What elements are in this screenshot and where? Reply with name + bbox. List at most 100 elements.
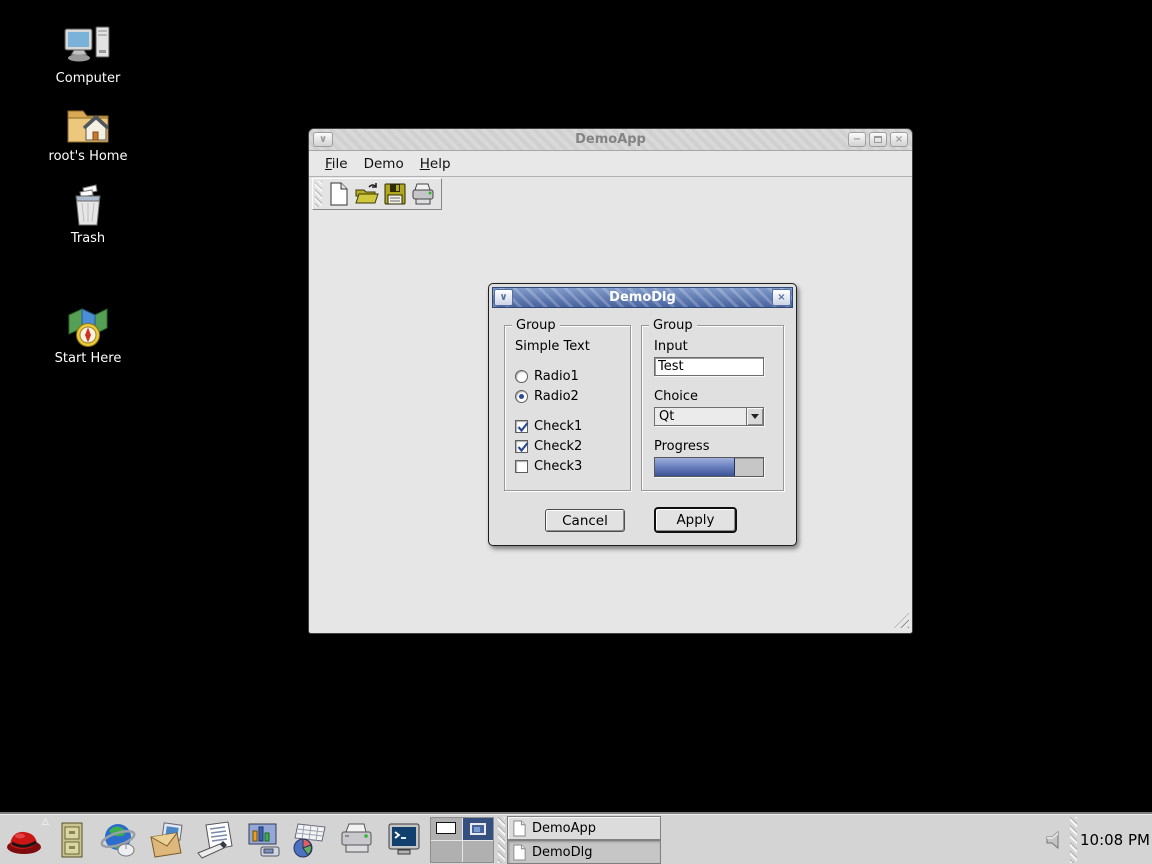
task-demoapp[interactable]: DemoApp (507, 816, 661, 840)
checkbox-check3[interactable]: Check3 (515, 458, 582, 474)
close-icon: × (895, 135, 903, 145)
menubar: File Demo Help (309, 151, 912, 177)
task-demodlg[interactable]: DemoDlg (507, 840, 661, 864)
mini-window (470, 823, 486, 835)
window-icon (512, 844, 527, 861)
checkbox-label: Check2 (534, 439, 582, 454)
progress-bar-fill (655, 458, 735, 476)
checkbox-check2[interactable]: Check2 (515, 438, 582, 454)
desktop-icon-roots-home[interactable]: root's Home (38, 104, 138, 164)
menu-help[interactable]: Help (412, 154, 459, 174)
open-folder-icon (354, 182, 380, 206)
progress-label: Progress (654, 439, 709, 454)
mini-window (436, 822, 456, 834)
combobox-arrow-button[interactable] (746, 408, 763, 425)
envelope-photo-icon (147, 820, 187, 860)
start-here-icon (66, 306, 110, 348)
apply-button[interactable]: Apply (654, 507, 737, 533)
terminal-icon (384, 820, 424, 860)
volume-tray-icon[interactable] (1044, 829, 1066, 855)
terminal-launcher[interactable] (384, 820, 424, 860)
chevron-down-icon: ∨ (499, 293, 507, 303)
right-group-box: Group Input Choice Qt Progress (641, 325, 784, 491)
checkbox-indicator (515, 460, 528, 473)
left-group-box: Group Simple Text Radio1 Radio2 Check1 (504, 325, 631, 491)
word-processor-launcher[interactable] (194, 820, 234, 860)
marker-triangle-icon: △ (42, 817, 49, 827)
toolbar-drag-handle[interactable] (315, 181, 322, 207)
panel-drag-handle[interactable] (498, 817, 505, 863)
radio-radio1[interactable]: Radio1 (515, 368, 579, 384)
window-title: DemoApp (575, 132, 646, 147)
panel-clock[interactable]: 10:08 PM (1080, 815, 1150, 864)
email-launcher[interactable] (147, 820, 187, 860)
workspace-2-active[interactable] (463, 818, 494, 840)
printer-launcher[interactable] (336, 820, 376, 860)
spreadsheet-launcher[interactable] (288, 820, 328, 860)
home-folder-icon (65, 104, 111, 146)
presentation-launcher[interactable] (242, 820, 282, 860)
web-browser-launcher[interactable] (99, 820, 139, 860)
workspace-3[interactable] (431, 841, 462, 863)
combobox-value: Qt (655, 409, 746, 424)
workspace-1[interactable] (431, 818, 462, 840)
choice-combobox[interactable]: Qt (654, 407, 764, 426)
radio-radio2[interactable]: Radio2 (515, 388, 579, 404)
file-cabinet-icon (52, 820, 92, 860)
desktop-icon-label: Start Here (38, 351, 138, 366)
dialog-close-button[interactable]: × (772, 289, 791, 306)
desktop-icon-trash[interactable]: Trash (38, 184, 138, 246)
save-icon (383, 182, 407, 206)
demoapp-titlebar[interactable]: ∨ DemoApp − × (309, 129, 912, 151)
minimize-icon: − (853, 135, 861, 145)
radio-label: Radio1 (534, 369, 579, 384)
desktop-icon-label: Computer (38, 71, 138, 86)
workspace-4[interactable] (463, 841, 494, 863)
desktop-icon-computer[interactable]: Computer (38, 26, 138, 86)
checkmark-icon (516, 420, 530, 434)
print-button[interactable] (409, 180, 437, 208)
radio-indicator (515, 390, 528, 403)
radio-label: Radio2 (534, 389, 579, 404)
desktop-icon-start-here[interactable]: Start Here (38, 306, 138, 366)
minimize-button[interactable]: − (848, 132, 866, 147)
checkmark-icon (516, 440, 530, 454)
dialog-body: Group Simple Text Radio1 Radio2 Check1 (492, 311, 793, 544)
open-file-button[interactable] (353, 180, 381, 208)
file-manager-launcher[interactable] (52, 820, 92, 860)
demodlg-dialog: ∨ DemoDlg × Group Simple Text Radio1 Rad… (488, 283, 797, 546)
checkbox-indicator (515, 420, 528, 433)
desktop: { "desktop": { "icons": [ { "name": "com… (0, 0, 1152, 864)
panel-drag-handle[interactable] (1070, 817, 1077, 863)
menu-file[interactable]: File (317, 154, 356, 174)
red-hat-menu-button[interactable]: △ (4, 820, 44, 860)
dialog-menu-button[interactable]: ∨ (494, 289, 513, 306)
new-document-button[interactable] (325, 180, 353, 208)
task-label: DemoApp (532, 821, 596, 836)
demodlg-titlebar[interactable]: ∨ DemoDlg × (492, 287, 793, 308)
desktop-icon-label: Trash (38, 231, 138, 246)
simple-text-label: Simple Text (515, 339, 590, 354)
printer-icon (336, 820, 378, 860)
chevron-down-icon (751, 414, 759, 423)
chart-screen-icon (242, 820, 284, 860)
new-document-icon (328, 182, 350, 206)
input-field[interactable] (654, 357, 764, 376)
window-menu-button[interactable]: ∨ (313, 132, 333, 147)
maximize-button[interactable] (869, 132, 887, 147)
save-file-button[interactable] (381, 180, 409, 208)
document-pen-icon (194, 820, 238, 860)
computer-icon (63, 26, 113, 68)
close-button[interactable]: × (890, 132, 908, 147)
cancel-button[interactable]: Cancel (545, 509, 625, 532)
progress-bar (654, 457, 764, 477)
workspace-pager[interactable] (430, 817, 494, 863)
resize-grip[interactable] (894, 613, 909, 628)
checkbox-label: Check1 (534, 419, 582, 434)
task-label: DemoDlg (532, 845, 593, 860)
menu-demo[interactable]: Demo (356, 154, 412, 174)
choice-label: Choice (654, 389, 698, 404)
group-legend: Group (512, 318, 560, 333)
globe-mouse-icon (99, 820, 139, 860)
checkbox-check1[interactable]: Check1 (515, 418, 582, 434)
